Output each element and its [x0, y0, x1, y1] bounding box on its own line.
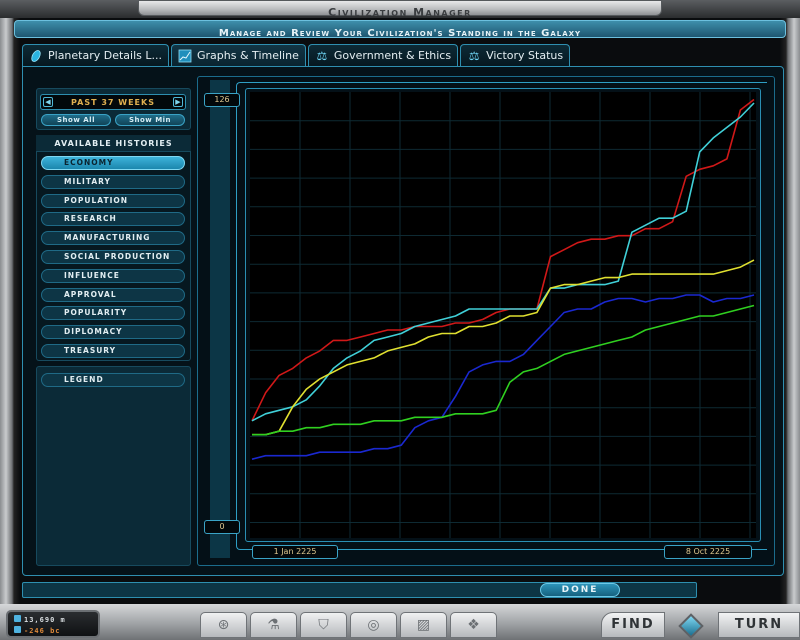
shield-icon: ⛉	[318, 617, 329, 633]
galaxy-button[interactable]: ◎	[350, 612, 397, 638]
show-min-button[interactable]: Show Min	[115, 114, 185, 126]
planets-button[interactable]: ⊛	[200, 612, 247, 638]
time-range-label: Past 37 Weeks	[71, 98, 155, 107]
tab-government-ethics[interactable]: ⚖ Government & Ethics	[307, 44, 459, 66]
military-button[interactable]: ⛉	[300, 612, 347, 638]
history-item-research[interactable]: Research	[41, 212, 185, 227]
galaxy-icon: ◎	[367, 617, 380, 633]
tab-bar: Planetary Details L... Graphs & Timeline…	[22, 44, 572, 66]
scales-icon: ⚖	[468, 48, 480, 63]
tab-label: Planetary Details L...	[48, 49, 163, 62]
window-title: Civilization Manager	[328, 6, 472, 19]
tab-graphs-timeline[interactable]: Graphs & Timeline	[171, 44, 306, 66]
time-range-selector: ◀ Past 37 Weeks ▶	[40, 94, 186, 110]
title-plate: Civilization Manager	[138, 0, 662, 19]
y-min-label: 0	[204, 520, 240, 534]
next-range-button[interactable]: ▶	[173, 97, 183, 107]
end-turn-button[interactable]: TURN	[718, 612, 800, 638]
income-row: -246 bc	[14, 626, 61, 635]
research-button[interactable]: ⚗	[250, 612, 297, 638]
history-item-diplomacy[interactable]: Diplomacy	[41, 325, 185, 340]
graph-icon: ▨	[416, 617, 431, 633]
tab-label: Graphs & Timeline	[197, 49, 299, 62]
history-item-popularity[interactable]: Popularity	[41, 306, 185, 321]
planet-icon	[29, 49, 43, 63]
graph-icon	[178, 49, 192, 63]
research-flask-icon: ⚗	[267, 617, 280, 633]
previous-range-button[interactable]: ◀	[43, 97, 53, 107]
chart-axis-gutter	[210, 80, 230, 558]
scales-icon: ⚖	[316, 48, 328, 63]
history-item-influence[interactable]: Influence	[41, 268, 185, 283]
income-icon	[14, 626, 21, 633]
history-item-population[interactable]: Population	[41, 193, 185, 208]
plot-background	[250, 92, 756, 538]
history-item-economy[interactable]: Economy	[41, 156, 185, 170]
history-item-social-production[interactable]: Social Production	[41, 250, 185, 264]
planets-icon: ⊛	[217, 617, 230, 633]
income-value: -246 bc	[24, 627, 61, 635]
find-button[interactable]: FIND	[601, 612, 665, 638]
histories-header: Available Histories	[36, 135, 191, 152]
tab-planetary-details[interactable]: Planetary Details L...	[22, 44, 170, 66]
x-start-label: 1 Jan 2225	[252, 545, 338, 559]
tab-victory-status[interactable]: ⚖ Victory Status	[460, 44, 571, 66]
diplomacy-icon: ❖	[467, 617, 480, 633]
done-button[interactable]: Done	[540, 583, 620, 597]
history-item-manufacturing[interactable]: Manufacturing	[41, 231, 185, 246]
history-item-treasury[interactable]: Treasury	[41, 344, 185, 358]
credits-value: 13,690 m	[24, 616, 66, 624]
resources-readout: 13,690 m -246 bc	[6, 610, 100, 638]
legend-button[interactable]: Legend	[41, 373, 185, 387]
x-end-label: 8 Oct 2225	[664, 545, 752, 559]
person-icon	[14, 615, 21, 622]
history-item-approval[interactable]: Approval	[41, 287, 185, 302]
show-all-button[interactable]: Show All	[41, 114, 111, 126]
legend-panel	[36, 366, 191, 566]
credits-row: 13,690 m	[14, 615, 66, 624]
subtitle-bar: Manage and Review Your Civilization's St…	[14, 20, 786, 39]
graphs-button[interactable]: ▨	[400, 612, 447, 638]
y-max-label: 126	[204, 93, 240, 107]
tab-label: Victory Status	[486, 49, 564, 62]
window-subtitle: Manage and Review Your Civilization's St…	[218, 28, 582, 39]
history-item-military[interactable]: Military	[41, 174, 185, 189]
diplomacy-button[interactable]: ❖	[450, 612, 497, 638]
economy-chart-plot	[250, 92, 756, 538]
tab-label: Government & Ethics	[333, 49, 452, 62]
